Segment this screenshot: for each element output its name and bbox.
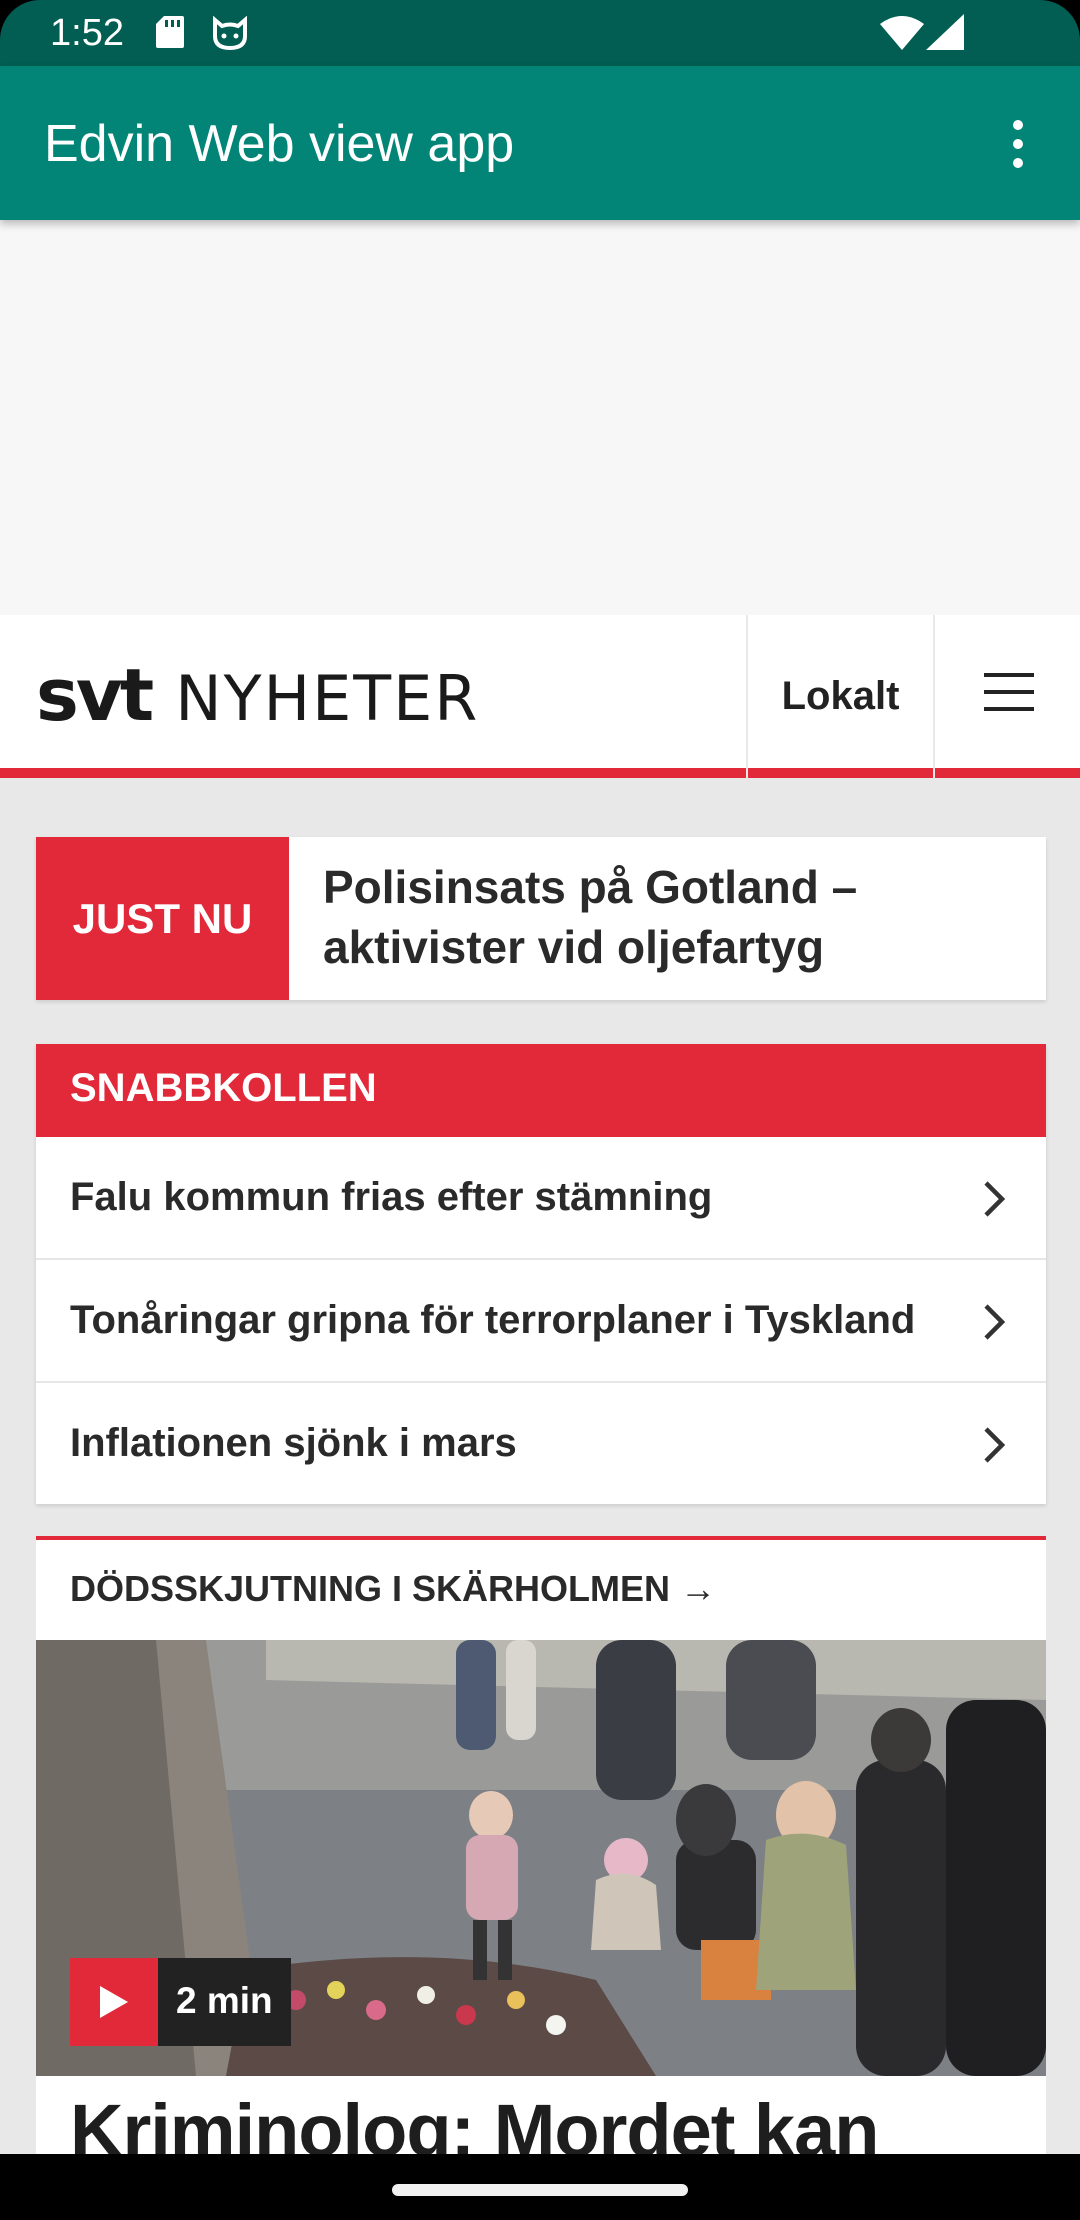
article-kicker[interactable]: DÖDSSKJUTNING I SKÄRHOLMEN → — [70, 1568, 716, 1610]
svt-nyheter-logo[interactable]: svt NYHETER — [36, 653, 480, 737]
chevron-right-icon — [984, 1181, 1006, 1217]
snabbkollen-item-label: Falu kommun frias efter stämning — [70, 1175, 713, 1219]
hamburger-menu-icon[interactable] — [984, 673, 1034, 713]
status-time: 1:52 — [50, 12, 124, 54]
ad-placeholder — [0, 220, 1080, 615]
snabbkollen-heading: SNABBKOLLEN — [36, 1044, 1046, 1137]
wifi-icon — [880, 16, 924, 50]
chevron-right-icon — [984, 1427, 1006, 1463]
svt-header: svt NYHETER Lokalt — [0, 615, 1080, 778]
sd-card-icon — [156, 16, 184, 48]
chevron-right-icon — [984, 1304, 1006, 1340]
article-image[interactable]: 2 min — [36, 1640, 1046, 2076]
signal-icon — [926, 14, 964, 50]
cat-icon — [213, 16, 247, 50]
web-view[interactable]: svt NYHETER Lokalt JUST NU Polisinsats p… — [0, 220, 1080, 2154]
app-title: Edvin Web view app — [44, 115, 515, 173]
app-bar: Edvin Web view app — [0, 66, 1080, 220]
just-nu-headline[interactable]: Polisinsats på Gotland – aktivister vid … — [323, 857, 1023, 977]
status-bar: 1:52 — [0, 0, 1080, 66]
article-card[interactable]: DÖDSSKJUTNING I SKÄRHOLMEN → 2 min Krimi… — [36, 1536, 1046, 2154]
video-badge[interactable]: 2 min — [70, 1958, 291, 2046]
snabbkollen-item-label: Inflationen sjönk i mars — [70, 1421, 517, 1465]
navigation-bar — [0, 2154, 1080, 2220]
logo-svt: svt — [36, 653, 154, 737]
snabbkollen-box: SNABBKOLLEN Falu kommun frias efter stäm… — [36, 1044, 1046, 1504]
home-gesture-handle[interactable] — [392, 2184, 688, 2196]
more-vert-icon[interactable] — [998, 116, 1038, 170]
play-icon[interactable] — [70, 1958, 158, 2046]
lokalt-button[interactable]: Lokalt — [746, 615, 935, 778]
article-headline[interactable]: Kriminolog: Mordet kan — [70, 2088, 879, 2154]
logo-nyheter: NYHETER — [175, 662, 480, 735]
video-duration: 2 min — [158, 1958, 291, 2046]
snabbkollen-item-label: Tonåringar gripna för terrorplaner i Tys… — [70, 1298, 916, 1342]
snabbkollen-item[interactable]: Falu kommun frias efter stämning — [36, 1137, 1046, 1260]
just-nu-banner[interactable]: JUST NU Polisinsats på Gotland – aktivis… — [36, 837, 1046, 1000]
snabbkollen-item[interactable]: Tonåringar gripna för terrorplaner i Tys… — [36, 1260, 1046, 1383]
snabbkollen-item[interactable]: Inflationen sjönk i mars — [36, 1383, 1046, 1504]
just-nu-badge: JUST NU — [36, 837, 289, 1000]
